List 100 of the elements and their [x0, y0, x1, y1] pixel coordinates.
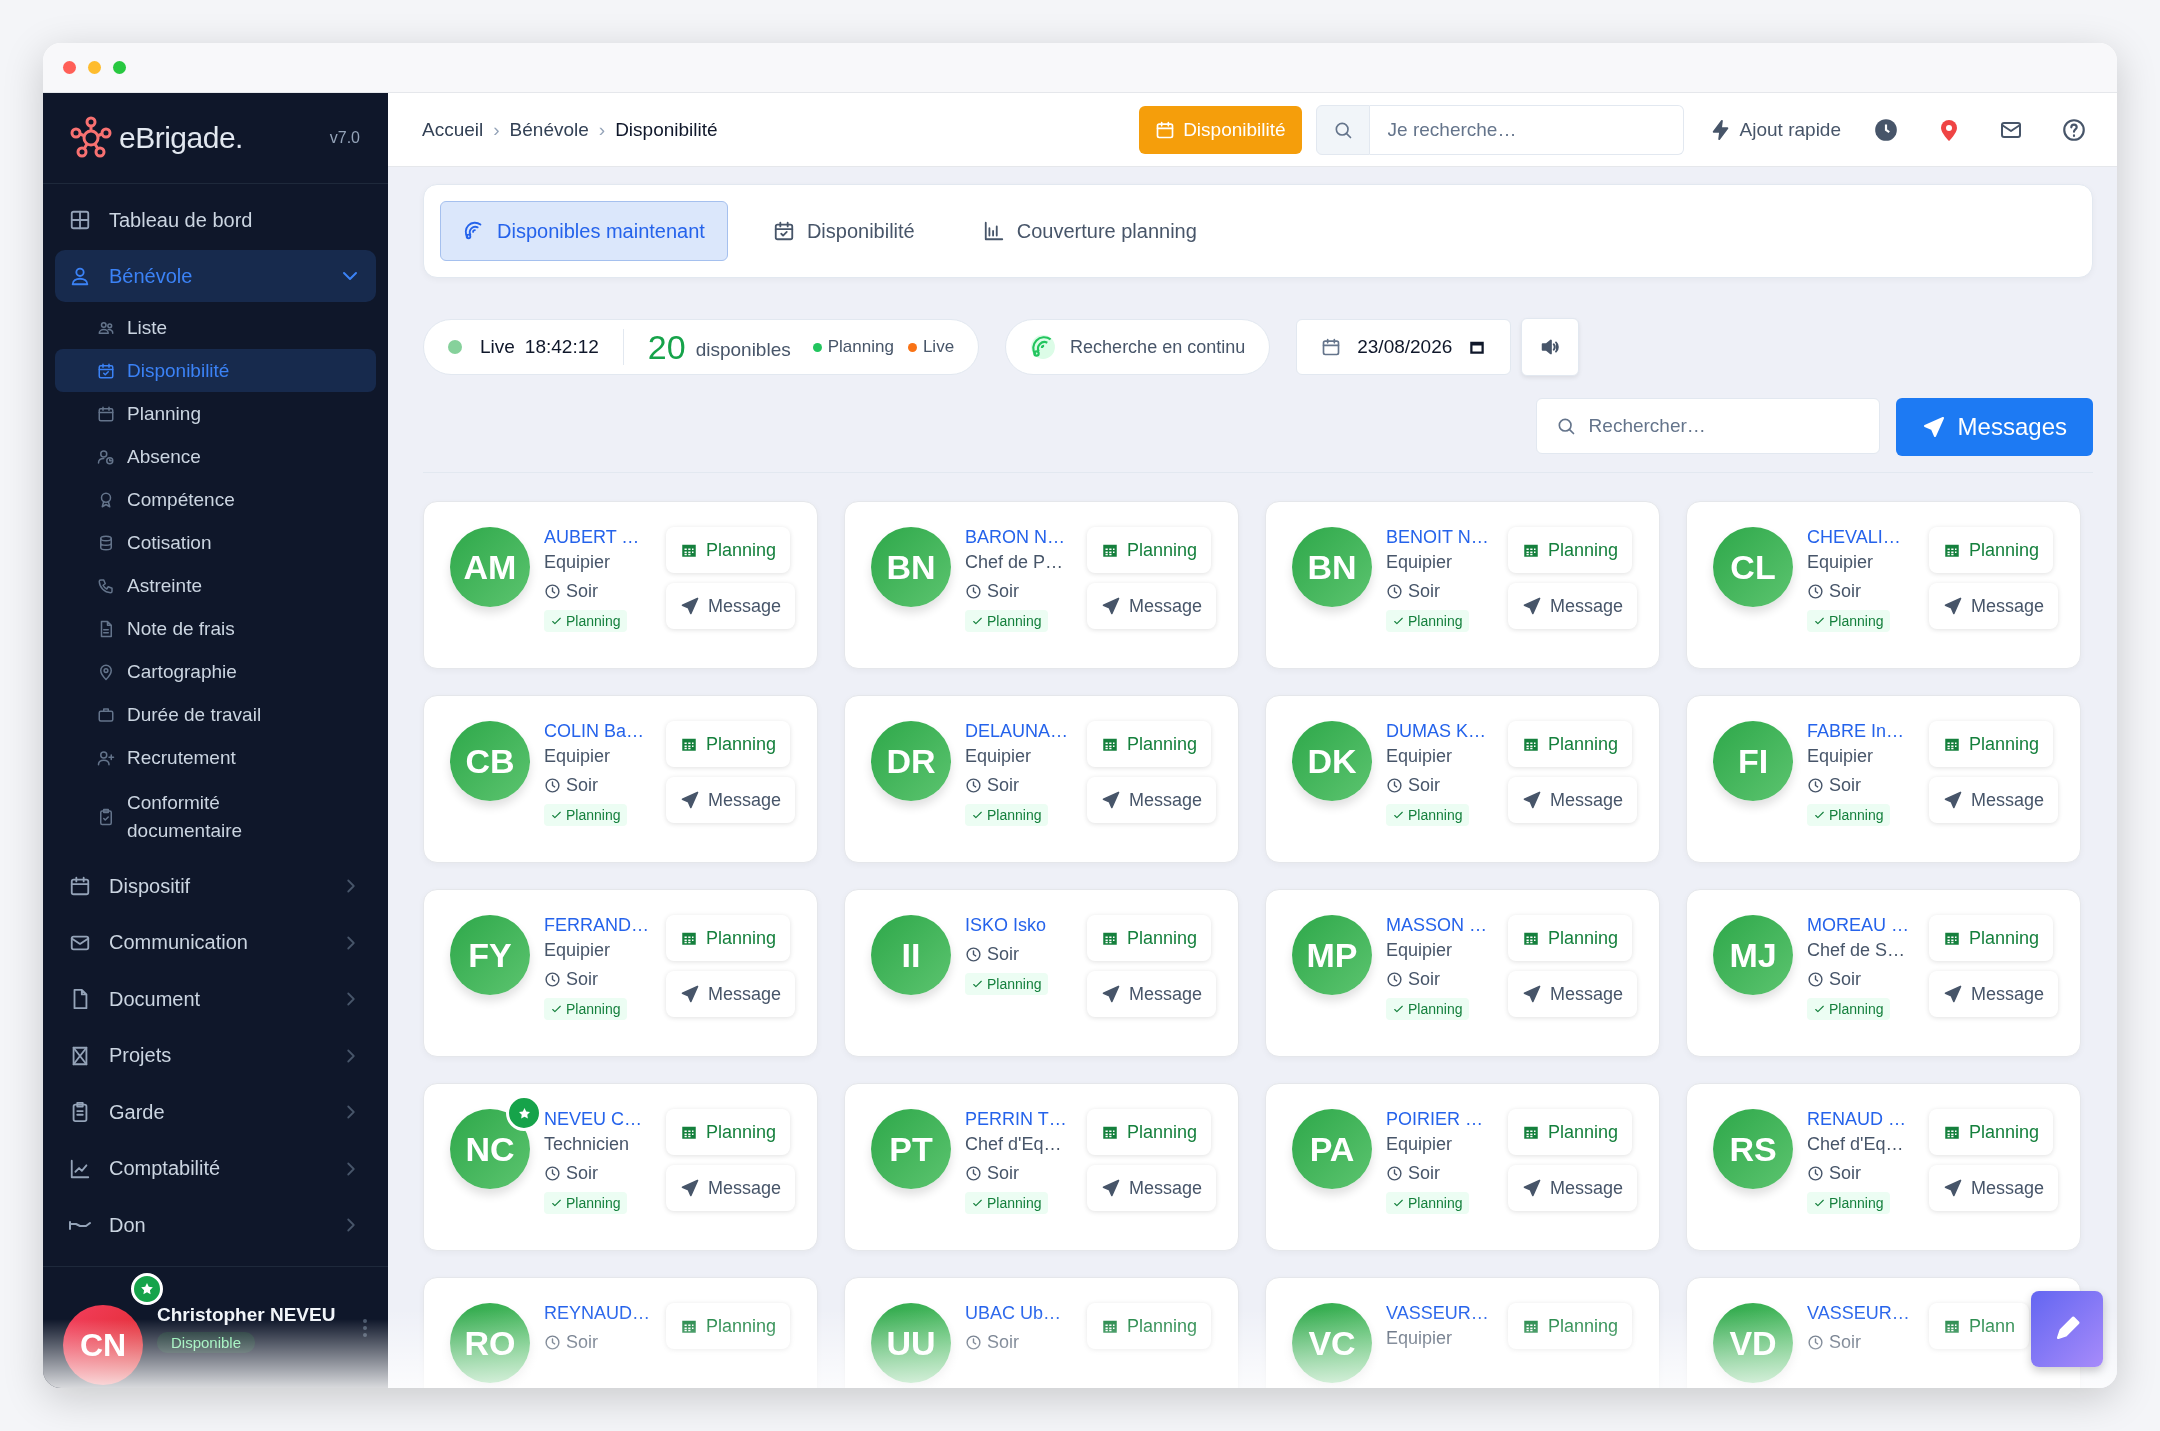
sidebar-subitem[interactable]: Astreinte	[55, 564, 376, 607]
planning-button[interactable]: Planning	[1508, 1303, 1633, 1349]
planning-button[interactable]: Planning	[1087, 1109, 1212, 1155]
volunteer-name-link[interactable]: REYNAUD…	[544, 1303, 652, 1324]
help-icon[interactable]	[2061, 116, 2087, 143]
sidebar-subitem[interactable]: Cotisation	[55, 521, 376, 564]
search-button[interactable]	[1315, 104, 1370, 155]
close-button[interactable]	[63, 61, 76, 74]
volunteer-name-link[interactable]: MOREAU …	[1807, 915, 1915, 936]
sidebar-item[interactable]: Don	[55, 1197, 376, 1254]
planning-button[interactable]: Planning	[1929, 721, 2054, 767]
sidebar-item[interactable]: Projets	[55, 1027, 376, 1084]
sidebar-subitem[interactable]: Planning	[55, 392, 376, 435]
sidebar-subitem[interactable]: Absence	[55, 435, 376, 478]
sidebar-subitem[interactable]: Durée de travail	[55, 693, 376, 736]
planning-button[interactable]: Planning	[666, 527, 791, 573]
user-avatar[interactable]: CN	[63, 1305, 143, 1385]
breadcrumb-link[interactable]: Accueil	[422, 118, 484, 141]
sidebar-item[interactable]: Communication	[55, 914, 376, 971]
volunteer-name-link[interactable]: MASSON …	[1386, 915, 1494, 936]
sidebar-item[interactable]: Bénévole	[55, 250, 376, 302]
volunteer-name-link[interactable]: BARON N…	[965, 527, 1073, 548]
planning-button[interactable]: Planning	[1087, 915, 1212, 961]
quick-add-button[interactable]: Ajout rapide	[1709, 118, 1841, 141]
clock-icon	[1807, 971, 1824, 988]
planning-button[interactable]: Planning	[1929, 1109, 2054, 1155]
sound-button[interactable]	[1521, 318, 1580, 376]
volunteer-name-link[interactable]: PERRIN T…	[965, 1109, 1073, 1130]
date-field[interactable]: 23/08/2026	[1296, 319, 1512, 375]
volunteer-name-link[interactable]: UBAC Ub…	[965, 1303, 1073, 1324]
planning-button[interactable]: Planning	[1508, 527, 1633, 573]
volunteer-name-link[interactable]: DELAUNA…	[965, 721, 1073, 742]
sidebar-subitem[interactable]: Cartographie	[55, 650, 376, 693]
volunteer-name-link[interactable]: POIRIER …	[1386, 1109, 1494, 1130]
message-button[interactable]: Message	[1508, 583, 1638, 629]
sidebar-item[interactable]: Document	[55, 971, 376, 1028]
message-button[interactable]: Message	[1087, 583, 1217, 629]
planning-button[interactable]: Planning	[1087, 721, 1212, 767]
volunteer-name-link[interactable]: VASSEUR…	[1807, 1303, 1915, 1324]
sidebar-item[interactable]: Tableau de bord	[55, 194, 376, 246]
message-button[interactable]: Message	[1929, 777, 2059, 823]
volunteer-name-link[interactable]: AUBERT …	[544, 527, 652, 548]
edit-button[interactable]	[2031, 1291, 2103, 1367]
volunteer-name-link[interactable]: VASSEUR…	[1386, 1303, 1494, 1324]
volunteer-name-link[interactable]: RENAUD …	[1807, 1109, 1915, 1130]
sidebar-subitem[interactable]: Note de frais	[55, 607, 376, 650]
message-button[interactable]: Message	[666, 777, 796, 823]
planning-button[interactable]: Planning	[1508, 721, 1633, 767]
message-button[interactable]: Message	[1508, 777, 1638, 823]
messages-button[interactable]: Messages	[1895, 398, 2093, 456]
sidebar-item[interactable]: Garde	[55, 1084, 376, 1141]
planning-button[interactable]: Planning	[666, 915, 791, 961]
tab[interactable]: Disponibles maintenant	[440, 201, 728, 261]
search-field[interactable]: Je recherche…	[1369, 104, 1684, 155]
continuous-search-button[interactable]: Recherche en continu	[1005, 319, 1271, 375]
tab[interactable]: Disponibilité	[749, 201, 938, 261]
volunteer-name-link[interactable]: ISKO Isko	[965, 915, 1073, 936]
volunteer-name-link[interactable]: COLIN Ba…	[544, 721, 652, 742]
sidebar-subitem[interactable]: Liste	[55, 306, 376, 349]
sidebar-subitem[interactable]: Compétence	[55, 478, 376, 521]
sidebar-subitem[interactable]: Conformité documentaire	[55, 782, 376, 852]
available-label: disponibles	[695, 339, 791, 361]
planning-button[interactable]: Planning	[666, 1109, 791, 1155]
sidebar-subitem[interactable]: Disponibilité	[55, 349, 376, 392]
message-button[interactable]: Message	[1929, 1165, 2059, 1211]
volunteer-name-link[interactable]: CHEVALI…	[1807, 527, 1915, 548]
send-icon	[1101, 790, 1121, 810]
sidebar-subitem[interactable]: Recrutement	[55, 736, 376, 779]
planning-button[interactable]: Planning	[666, 1303, 791, 1349]
volunteer-name-link[interactable]: NEVEU C…	[544, 1109, 652, 1130]
message-button[interactable]: Message	[666, 971, 796, 1017]
search-field[interactable]: Rechercher…	[1535, 398, 1880, 454]
planning-button[interactable]: Planning	[1929, 915, 2054, 961]
tab[interactable]: Couverture planning	[959, 201, 1220, 261]
message-button[interactable]: Message	[666, 583, 796, 629]
volunteer-name-link[interactable]: DUMAS K…	[1386, 721, 1494, 742]
message-button[interactable]: Message	[1508, 971, 1638, 1017]
planning-button[interactable]: Planning	[1929, 527, 2054, 573]
message-button[interactable]: Message	[1929, 583, 2059, 629]
message-button[interactable]: Message	[1087, 1165, 1217, 1211]
planning-button[interactable]: Planning	[666, 721, 791, 767]
breadcrumb-link[interactable]: Bénévole	[509, 118, 589, 141]
volunteer-name-link[interactable]: FERRAND…	[544, 915, 652, 936]
planning-button[interactable]: Planning	[1508, 915, 1633, 961]
planning-button[interactable]: Plann	[1929, 1303, 2030, 1349]
planning-button[interactable]: Planning	[1087, 527, 1212, 573]
volunteer-name-link[interactable]: BENOIT N…	[1386, 527, 1494, 548]
planning-button[interactable]: Planning	[1508, 1109, 1633, 1155]
role-label: Equipier	[544, 552, 612, 573]
sidebar-item[interactable]: Dispositif	[55, 858, 376, 915]
message-button[interactable]: Message	[1087, 777, 1217, 823]
message-button[interactable]: Message	[1508, 1165, 1638, 1211]
more-icon[interactable]	[362, 1318, 368, 1338]
message-button[interactable]: Message	[1087, 971, 1217, 1017]
message-button[interactable]: Message	[666, 1165, 796, 1211]
volunteer-name-link[interactable]: FABRE In…	[1807, 721, 1915, 742]
message-button[interactable]: Message	[1929, 971, 2059, 1017]
planning-button[interactable]: Planning	[1087, 1303, 1212, 1349]
sidebar-item[interactable]: Comptabilité	[55, 1140, 376, 1197]
clock-icon[interactable]	[1873, 116, 1899, 143]
